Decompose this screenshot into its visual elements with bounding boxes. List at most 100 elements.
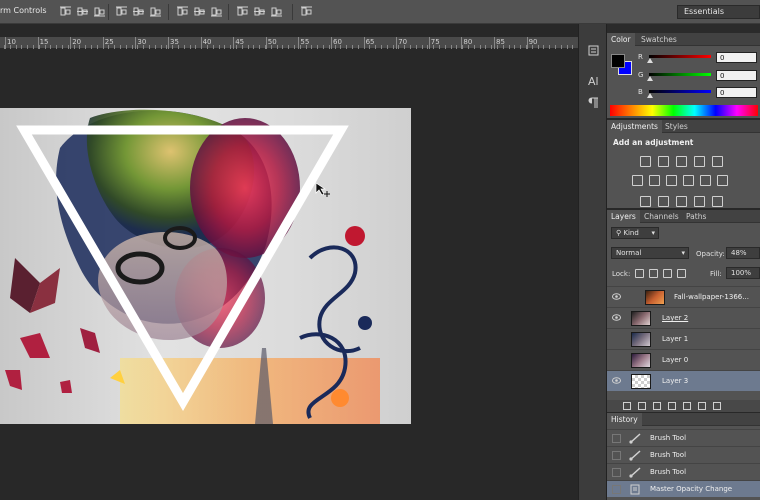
green-value-input[interactable]: 0 bbox=[716, 70, 757, 81]
opacity-input[interactable]: 48% bbox=[726, 247, 760, 259]
fx-icon[interactable] bbox=[638, 402, 646, 410]
lock-transparent-icon[interactable] bbox=[635, 269, 644, 278]
color-spectrum-bar[interactable] bbox=[610, 105, 758, 116]
lock-image-icon[interactable] bbox=[649, 269, 658, 278]
align-top-icon[interactable] bbox=[59, 5, 72, 18]
svg-text:A: A bbox=[588, 75, 596, 87]
history-snapshot-box[interactable] bbox=[612, 434, 621, 443]
green-slider[interactable] bbox=[649, 73, 711, 76]
history-snapshot-box[interactable] bbox=[612, 468, 621, 477]
search-icon: ⚲ bbox=[616, 229, 622, 237]
brightness-icon[interactable] bbox=[640, 156, 651, 167]
ruler-tick bbox=[21, 45, 23, 49]
color-lookup-icon[interactable] bbox=[717, 175, 728, 186]
history-item[interactable]: Brush Tool bbox=[607, 429, 760, 446]
align-left-icon[interactable] bbox=[115, 5, 128, 18]
color-balance-icon[interactable] bbox=[649, 175, 660, 186]
align-hcenter-icon[interactable] bbox=[132, 5, 145, 18]
align-bottom-icon[interactable] bbox=[93, 5, 106, 18]
tab-adjustments[interactable]: Adjustments bbox=[607, 120, 662, 133]
exposure-icon[interactable] bbox=[694, 156, 705, 167]
hue-saturation-icon[interactable] bbox=[632, 175, 643, 186]
blend-mode-select[interactable]: Normal ▾ bbox=[611, 247, 689, 259]
layer-thumbnail bbox=[631, 332, 651, 347]
threshold-icon[interactable] bbox=[676, 196, 687, 207]
layers-panel: Layers Channels Paths ⚲ Kind ▾ Normal ▾ … bbox=[607, 210, 760, 412]
distribute-vcenter-icon[interactable] bbox=[193, 5, 206, 18]
tab-styles[interactable]: Styles bbox=[661, 120, 692, 133]
blue-slider[interactable] bbox=[649, 90, 711, 93]
align-vcenter-icon[interactable] bbox=[76, 5, 89, 18]
red-value-input[interactable]: 0 bbox=[716, 52, 757, 63]
ruler-tick bbox=[224, 45, 226, 49]
lock-all-icon[interactable] bbox=[677, 269, 686, 278]
history-panel-icon[interactable] bbox=[587, 44, 600, 57]
selective-color-icon[interactable] bbox=[694, 196, 705, 207]
history-item[interactable]: Brush Tool bbox=[607, 463, 760, 480]
history-item[interactable]: Brush Tool bbox=[607, 446, 760, 463]
invert-icon[interactable] bbox=[640, 196, 651, 207]
red-slider[interactable] bbox=[649, 55, 711, 58]
new-layer-icon[interactable] bbox=[698, 402, 706, 410]
distribute-top-icon[interactable] bbox=[176, 5, 189, 18]
layer-row[interactable]: Layer 0 bbox=[607, 349, 760, 370]
history-item[interactable]: Master Opacity Change bbox=[607, 480, 760, 497]
distribute-hcenter-icon[interactable] bbox=[253, 5, 266, 18]
layer-row[interactable]: Layer 2 bbox=[607, 307, 760, 328]
foreground-color-swatch[interactable] bbox=[611, 54, 625, 68]
tab-color[interactable]: Color bbox=[607, 33, 635, 46]
black-white-icon[interactable] bbox=[666, 175, 677, 186]
tab-channels[interactable]: Channels bbox=[640, 210, 683, 223]
link-layers-icon[interactable] bbox=[623, 402, 631, 410]
auto-align-icon[interactable] bbox=[300, 5, 313, 18]
workspace-switcher[interactable]: Essentials bbox=[677, 5, 760, 19]
tab-layers[interactable]: Layers bbox=[607, 210, 640, 223]
red-slider-handle[interactable] bbox=[647, 58, 653, 63]
blue-slider-handle[interactable] bbox=[647, 93, 653, 98]
layer-thumbnail bbox=[645, 290, 665, 305]
history-snapshot-box[interactable] bbox=[612, 485, 621, 494]
posterize-icon[interactable] bbox=[658, 196, 669, 207]
group-folder-icon[interactable] bbox=[683, 402, 691, 410]
paragraph-panel-icon[interactable] bbox=[587, 96, 600, 109]
visibility-toggle[interactable] bbox=[612, 334, 621, 343]
distribute-right-icon[interactable] bbox=[270, 5, 283, 18]
ruler-major-tick bbox=[298, 37, 300, 49]
green-slider-handle[interactable] bbox=[647, 76, 653, 81]
vibrance-icon[interactable] bbox=[712, 156, 723, 167]
ruler-tick bbox=[114, 45, 116, 49]
layer-thumbnail bbox=[631, 374, 651, 389]
curves-icon[interactable] bbox=[676, 156, 687, 167]
visibility-eye-icon[interactable] bbox=[612, 314, 621, 321]
document-icon bbox=[630, 484, 640, 495]
layer-filter-select[interactable]: ⚲ Kind ▾ bbox=[611, 227, 659, 239]
channel-mixer-icon[interactable] bbox=[700, 175, 711, 186]
distribute-left-icon[interactable] bbox=[236, 5, 249, 18]
levels-icon[interactable] bbox=[658, 156, 669, 167]
fill-input[interactable]: 100% bbox=[726, 267, 760, 279]
layer-name: Fall-wallpaper-1366... bbox=[674, 293, 749, 301]
lock-position-icon[interactable] bbox=[663, 269, 672, 278]
document-canvas[interactable] bbox=[0, 108, 411, 424]
gradient-map-icon[interactable] bbox=[712, 196, 723, 207]
history-snapshot-box[interactable] bbox=[612, 451, 621, 460]
layer-row[interactable]: Layer 1 bbox=[607, 328, 760, 349]
tab-paths[interactable]: Paths bbox=[682, 210, 710, 223]
visibility-toggle[interactable] bbox=[612, 355, 621, 364]
visibility-eye-icon[interactable] bbox=[612, 377, 621, 384]
distribute-bottom-icon[interactable] bbox=[210, 5, 223, 18]
ruler-major-tick bbox=[233, 37, 235, 49]
layer-row[interactable]: Layer 3 bbox=[607, 370, 760, 391]
align-right-icon[interactable] bbox=[149, 5, 162, 18]
blue-value-input[interactable]: 0 bbox=[716, 87, 757, 98]
tab-swatches[interactable]: Swatches bbox=[637, 33, 681, 46]
layer-row[interactable]: Fall-wallpaper-1366... bbox=[607, 286, 760, 307]
tab-history[interactable]: History bbox=[607, 413, 642, 426]
layer-mask-icon[interactable] bbox=[653, 402, 661, 410]
adjustment-layer-icon[interactable] bbox=[668, 402, 676, 410]
trash-icon[interactable] bbox=[713, 402, 721, 410]
photo-filter-icon[interactable] bbox=[683, 175, 694, 186]
character-panel-icon[interactable]: A bbox=[587, 74, 600, 87]
ruler-number: 40 bbox=[202, 38, 212, 46]
visibility-eye-icon[interactable] bbox=[612, 293, 621, 300]
